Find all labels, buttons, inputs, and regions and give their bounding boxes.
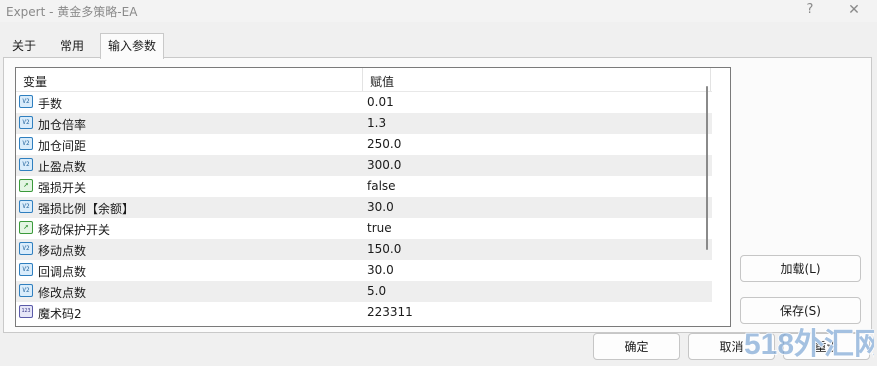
grid-header: 变量 赋值 [16,68,712,92]
parameter-name: 移动点数 [38,244,87,258]
parameter-name: 强损比例【余额】 [38,202,135,216]
column-divider[interactable] [362,68,363,91]
double-value-icon: V2 [19,284,33,297]
table-row[interactable]: V2 手数 0.01 [16,92,712,113]
scrollbar-thumb[interactable] [706,86,708,250]
column-divider[interactable] [710,68,711,91]
table-row[interactable]: V2 加仓倍率 1.3 [16,113,712,134]
double-value-icon: V2 [19,242,33,255]
parameter-name: 移动保护开关 [38,223,111,237]
table-row[interactable]: V2 加仓间距 250.0 [16,134,712,155]
table-row[interactable]: V2 回调点数 30.0 [16,260,712,281]
parameter-name: 加仓间距 [38,139,87,153]
table-row[interactable]: ↗ 强损开关 false [16,176,712,197]
ok-button[interactable]: 确定 [593,333,680,360]
parameter-value[interactable]: 30.0 [367,263,394,277]
bool-value-icon: ↗ [19,221,33,234]
double-value-icon: V2 [19,263,33,276]
reset-button[interactable]: 重设 [783,333,870,360]
parameter-value[interactable]: false [367,179,396,193]
load-button[interactable]: 加载(L) [740,255,861,282]
parameter-value[interactable]: true [367,221,392,235]
close-button[interactable]: ✕ [840,0,868,20]
window-title: Expert - 黄金多策略-EA [6,5,138,19]
help-button[interactable]: ? [796,0,824,20]
parameter-value[interactable]: 0.01 [367,95,394,109]
parameter-value[interactable]: 30.0 [367,200,394,214]
title-bar: Expert - 黄金多策略-EA ? ✕ [0,0,877,22]
column-header-value[interactable]: 赋值 [370,73,394,90]
double-value-icon: V2 [19,95,33,108]
cancel-button[interactable]: 取消 [688,333,775,360]
bool-value-icon: ↗ [19,179,33,192]
table-row[interactable]: ↗ 移动保护开关 true [16,218,712,239]
column-header-name[interactable]: 变量 [23,73,47,90]
tab-about[interactable]: 关于 [3,35,45,57]
double-value-icon: V2 [19,158,33,171]
parameter-name: 加仓倍率 [38,118,87,132]
parameter-value[interactable]: 150.0 [367,242,401,256]
parameter-name: 魔术码2 [38,307,82,321]
parameter-value[interactable]: 223311 [367,305,413,319]
parameter-name: 止盈点数 [38,160,87,174]
parameter-value[interactable]: 250.0 [367,137,401,151]
parameter-name: 手数 [38,97,63,111]
double-value-icon: V2 [19,137,33,150]
table-row[interactable]: V2 修改点数 5.0 [16,281,712,302]
table-row[interactable]: 123 魔术码2 223311 [16,302,712,323]
parameter-value[interactable]: 1.3 [367,116,386,130]
table-row[interactable]: V2 移动点数 150.0 [16,239,712,260]
table-row[interactable]: V2 止盈点数 300.0 [16,155,712,176]
parameter-value[interactable]: 5.0 [367,284,386,298]
double-value-icon: V2 [19,200,33,213]
tab-inputs[interactable]: 输入参数 [100,33,164,59]
parameter-value[interactable]: 300.0 [367,158,401,172]
vertical-scrollbar[interactable] [713,68,730,326]
tab-common[interactable]: 常用 [49,35,95,57]
int-value-icon: 123 [19,305,33,318]
parameter-name: 修改点数 [38,286,87,300]
parameter-name: 强损开关 [38,181,87,195]
table-row[interactable]: V2 强损比例【余额】 30.0 [16,197,712,218]
expert-properties-dialog: Expert - 黄金多策略-EA ? ✕ 关于 常用 输入参数 变量 赋值 V… [0,0,877,366]
parameters-grid: 变量 赋值 V2 手数 0.01 V2 加仓倍率 1.3 V2 加仓间距 250.0 V2 止盈点数… [15,67,731,327]
parameter-name: 回调点数 [38,265,87,279]
save-button[interactable]: 保存(S) [740,297,861,324]
double-value-icon: V2 [19,116,33,129]
